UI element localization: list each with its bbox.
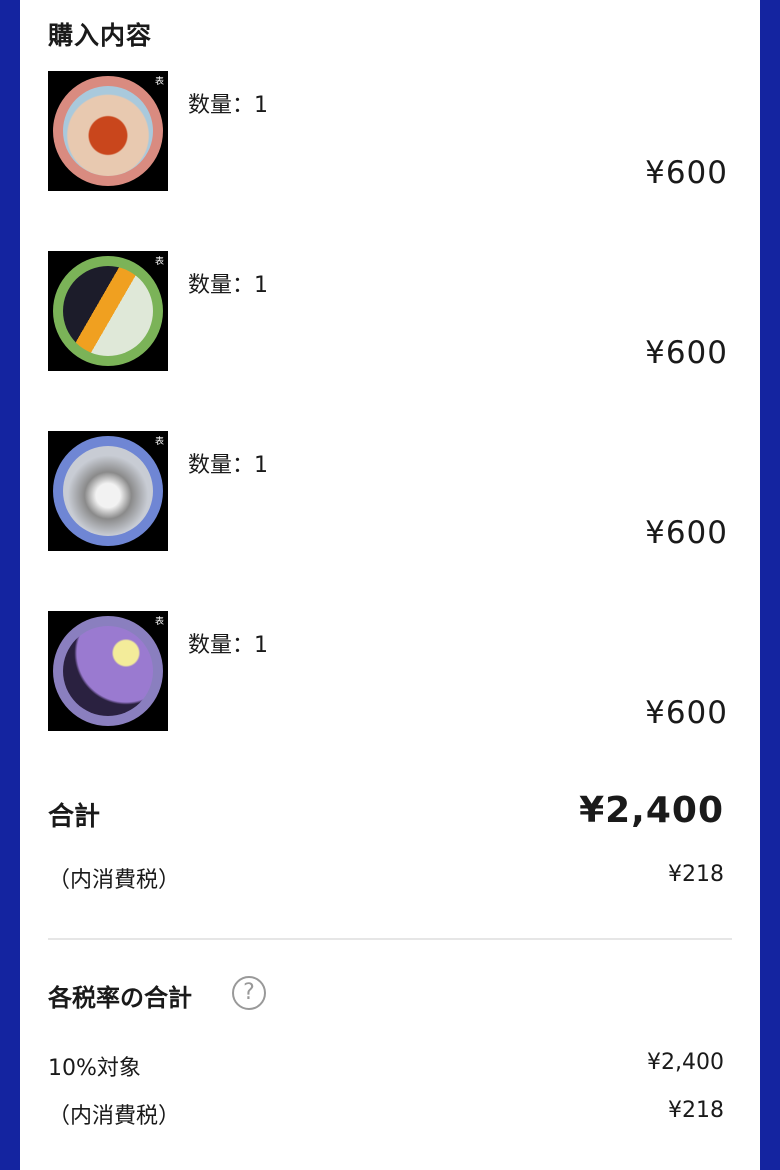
total-tax-label: （内消費税） bbox=[48, 868, 181, 893]
coin-ring bbox=[53, 616, 163, 726]
corner-label: 表 bbox=[154, 77, 164, 87]
tax-rate-tax-label: （内消費税） bbox=[48, 1104, 181, 1129]
tax-rate-label: 10%対象 bbox=[48, 1056, 141, 1081]
purchase-item: 表 数量：1 ¥600 bbox=[48, 71, 728, 191]
hermit-crab-coin-image: 表 bbox=[48, 71, 168, 191]
purchase-panel: 購入内容 表 数量：1 ¥600 表 数量：1 ¥600 表 数量：1 ¥600… bbox=[20, 0, 760, 1170]
wolf-coin-image: 表 bbox=[48, 431, 168, 551]
haunted-house-coin-image: 表 bbox=[48, 611, 168, 731]
tax-rate-tax-row: （内消費税） ¥218 bbox=[48, 1098, 724, 1129]
divider bbox=[48, 938, 732, 940]
coin-ring bbox=[53, 436, 163, 546]
haunted-house-picture bbox=[63, 626, 153, 716]
item-price: ¥600 bbox=[645, 695, 728, 731]
purchase-item: 表 数量：1 ¥600 bbox=[48, 251, 728, 371]
tax-rate-title: 各税率の合計 bbox=[48, 984, 192, 1012]
tax-rate-value: ¥2,400 bbox=[647, 1050, 724, 1075]
item-price: ¥600 bbox=[645, 335, 728, 371]
total-tax-row: （内消費税） ¥218 bbox=[48, 862, 724, 893]
item-quantity: 数量：1 bbox=[188, 633, 268, 658]
purchase-item: 表 数量：1 ¥600 bbox=[48, 611, 728, 731]
item-quantity: 数量：1 bbox=[188, 273, 268, 298]
corner-label: 表 bbox=[154, 617, 164, 627]
total-tax-value: ¥218 bbox=[668, 862, 724, 887]
item-quantity: 数量：1 bbox=[188, 93, 268, 118]
total-row: 合計 ¥2,400 bbox=[48, 790, 724, 840]
item-price: ¥600 bbox=[645, 155, 728, 191]
item-quantity: 数量：1 bbox=[188, 453, 268, 478]
wolf-picture bbox=[63, 446, 153, 536]
purchase-title: 購入内容 bbox=[48, 21, 153, 50]
coin-ring bbox=[53, 256, 163, 366]
total-label: 合計 bbox=[48, 802, 101, 832]
hermit-crab-picture bbox=[63, 86, 153, 176]
purchase-item: 表 数量：1 ¥600 bbox=[48, 431, 728, 551]
item-price: ¥600 bbox=[645, 515, 728, 551]
coin-ring bbox=[53, 76, 163, 186]
tax-rate-tax-value: ¥218 bbox=[668, 1098, 724, 1123]
corner-label: 表 bbox=[154, 437, 164, 447]
corner-label: 表 bbox=[154, 257, 164, 267]
total-value: ¥2,400 bbox=[579, 790, 724, 831]
toucan-coin-image: 表 bbox=[48, 251, 168, 371]
question-circle-icon[interactable]: ? bbox=[232, 976, 266, 1010]
tax-rate-row: 10%対象 ¥2,400 bbox=[48, 1050, 724, 1081]
toucan-picture bbox=[63, 266, 153, 356]
